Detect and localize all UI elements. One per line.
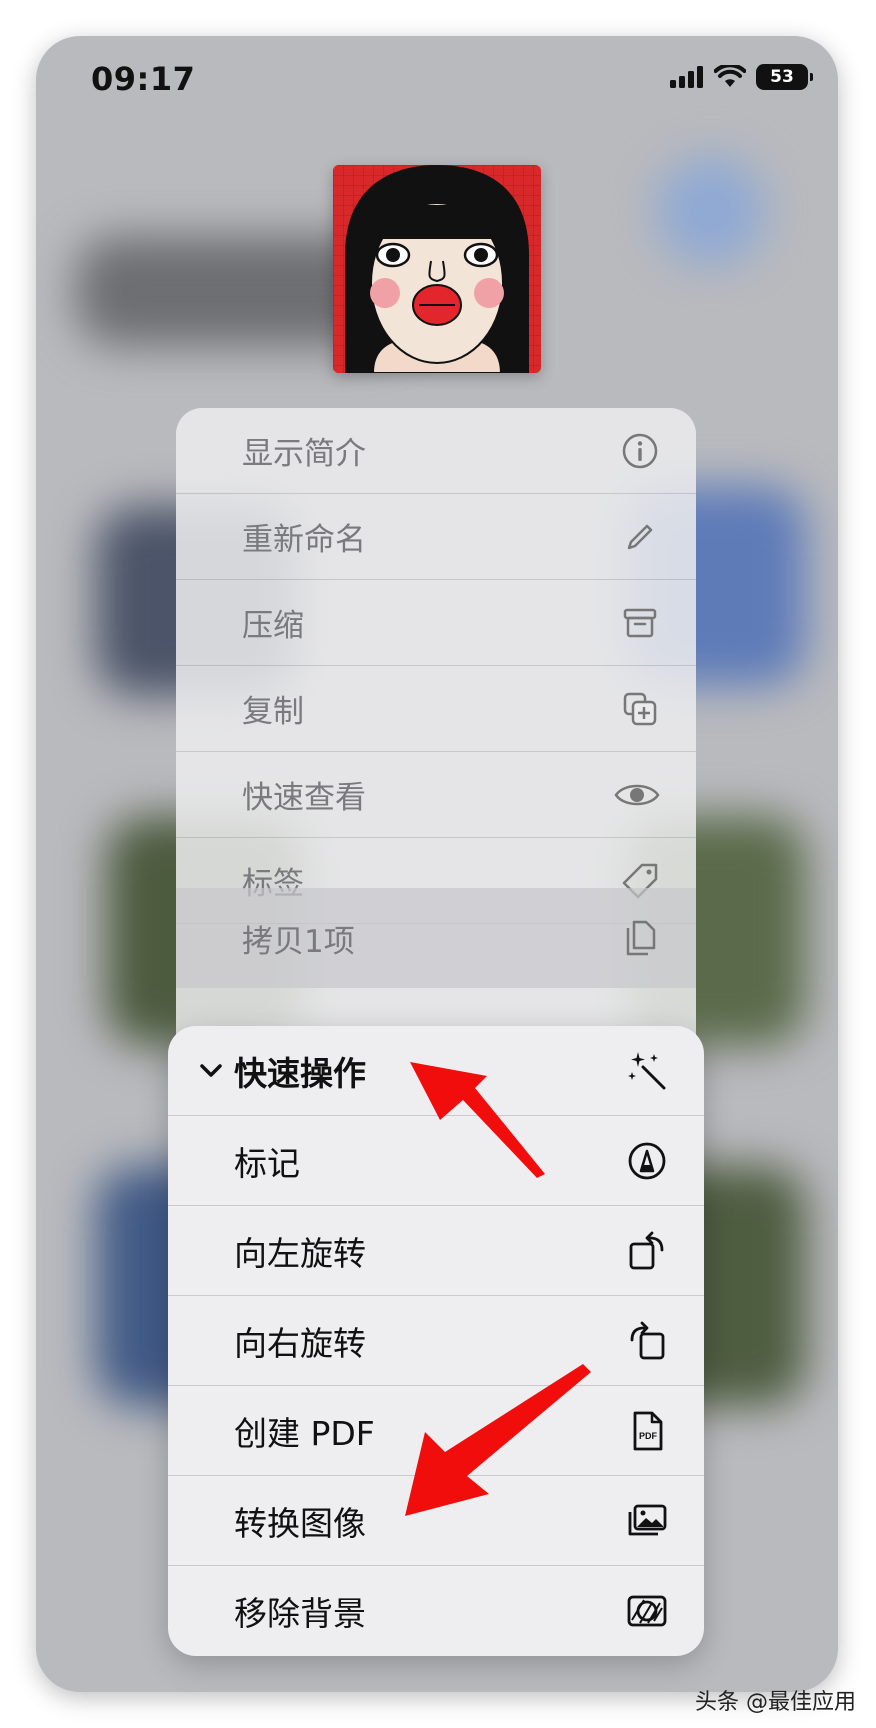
markup-icon <box>626 1140 668 1182</box>
red-arrow-annotation <box>410 1062 545 1178</box>
wifi-icon <box>714 65 746 89</box>
red-arrow-annotation <box>405 1364 591 1516</box>
archive-box-icon <box>620 603 660 643</box>
menu-item-label: 创建 PDF <box>234 1413 375 1453</box>
menu-item-compress[interactable]: 压缩 <box>176 580 696 666</box>
menu-item-label: 显示简介 <box>242 436 366 472</box>
menu-item-copy[interactable]: 拷贝1项 <box>176 888 696 988</box>
watermark: 头条 @最佳应用 <box>695 1690 856 1715</box>
magic-wand-icon <box>626 1050 668 1092</box>
remove-background-icon <box>626 1590 668 1632</box>
rotate-left-icon <box>626 1230 668 1272</box>
pdf-icon-text: PDF <box>639 1431 658 1441</box>
rotate-right-icon <box>626 1320 668 1362</box>
pdf-icon: PDF <box>626 1410 668 1452</box>
status-time: 09:17 <box>91 60 196 98</box>
context-menu: 显示简介 重新命名 压缩 复制 快速查看 标签 拷贝1项 <box>176 408 696 1058</box>
menu-item-label: 向右旋转 <box>234 1323 366 1363</box>
menu-item-duplicate[interactable]: 复制 <box>176 666 696 752</box>
duplicate-icon <box>620 689 660 729</box>
menu-item-label: 快速查看 <box>242 780 366 816</box>
battery-indicator: 53 <box>756 64 813 90</box>
image-thumbnail[interactable] <box>333 165 541 373</box>
menu-item-quick-look[interactable]: 快速查看 <box>176 752 696 838</box>
menu-item-rename[interactable]: 重新命名 <box>176 494 696 580</box>
status-icons: 53 <box>670 64 813 90</box>
eye-icon <box>614 775 660 815</box>
status-bar: 09:17 53 <box>36 36 838 126</box>
menu-item-rotate-left[interactable]: 向左旋转 <box>168 1206 704 1296</box>
chevron-down-icon <box>196 1056 226 1086</box>
menu-item-remove-background[interactable]: 移除背景 <box>168 1566 704 1656</box>
menu-item-label: 向左旋转 <box>234 1233 366 1273</box>
photos-icon <box>626 1500 668 1542</box>
cellular-signal-icon <box>670 66 704 88</box>
menu-item-get-info[interactable]: 显示简介 <box>176 408 696 494</box>
info-icon <box>620 431 660 471</box>
menu-item-label: 压缩 <box>242 608 304 644</box>
pencil-icon <box>620 517 660 557</box>
quick-actions-title: 快速操作 <box>234 1053 366 1093</box>
menu-item-label: 移除背景 <box>234 1594 366 1633</box>
menu-item-label: 复制 <box>242 694 304 730</box>
menu-item-label: 重新命名 <box>242 522 366 558</box>
menu-item-label: 拷贝1项 <box>242 923 355 960</box>
copy-docs-icon <box>620 918 660 958</box>
blurred-button <box>656 156 766 266</box>
menu-item-label: 标记 <box>234 1143 300 1183</box>
menu-item-label: 转换图像 <box>234 1503 366 1543</box>
